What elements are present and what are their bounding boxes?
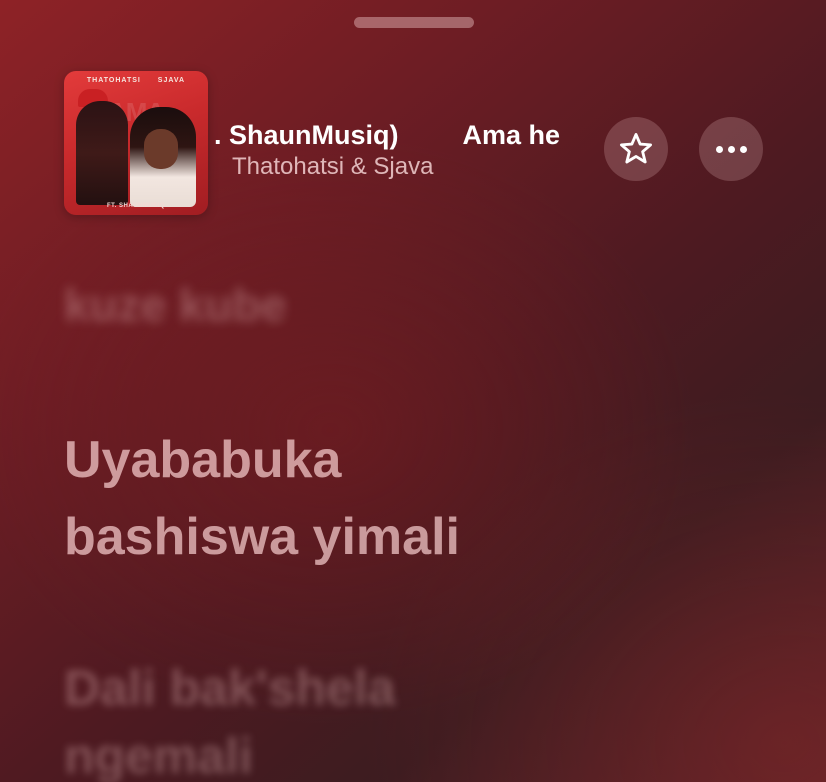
song-title-marquee[interactable]: . ShaunMusiq) Ama he	[214, 116, 600, 156]
song-title-loop: Ama he	[462, 120, 561, 150]
favorite-button[interactable]	[604, 117, 668, 181]
artwork-footer-text: FT. SHAUNMUSIQ	[107, 203, 165, 209]
artist-name[interactable]: Thatohatsi & Sjava	[232, 152, 433, 182]
ellipsis-icon	[715, 145, 747, 153]
lyric-current-line-1: Uyababuka	[64, 431, 342, 489]
artwork-figure-left	[76, 101, 128, 205]
sheet-grab-handle[interactable]	[354, 17, 474, 28]
artwork-header-text: THATOHATSI SJAVA	[86, 77, 186, 84]
lyric-line-current[interactable]: Uyababuka bashiswa yimali	[64, 422, 460, 576]
star-icon	[620, 133, 652, 164]
artwork-figure-face	[144, 129, 178, 169]
lyric-next-line-2: ngemali	[64, 728, 253, 782]
song-title: . ShaunMusiq)	[214, 120, 399, 150]
lyric-current-line-2: bashiswa yimali	[64, 508, 460, 566]
lyric-line-previous[interactable]: kuze kube	[64, 278, 286, 333]
more-options-button[interactable]	[699, 117, 763, 181]
lyric-next-line-1: Dali bak'shela	[64, 660, 396, 716]
album-artwork[interactable]: AMA THATOHATSI SJAVA FT. SHAUNMUSIQ	[64, 71, 208, 215]
song-title-track: . ShaunMusiq) Ama he	[214, 116, 560, 154]
lyric-line-next[interactable]: Dali bak'shela ngemali	[64, 654, 396, 782]
